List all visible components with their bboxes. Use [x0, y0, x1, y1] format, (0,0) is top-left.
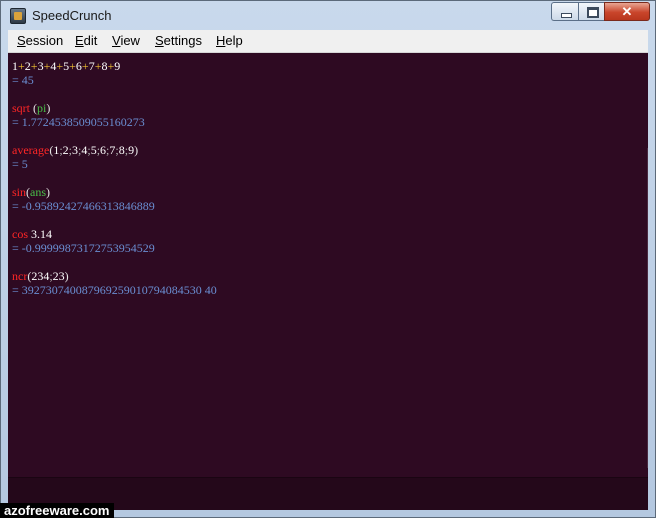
history-result: = -0.95892427466313846889: [12, 199, 155, 213]
menu-edit[interactable]: Edit: [75, 33, 97, 48]
history-result: = -0.99999873172753954529: [12, 241, 155, 255]
calculator-area: 1+2+3+4+5+6+7+8+9 = 45 sqrt (pi) = 1.772…: [8, 53, 648, 510]
history-expression: average(1;2;3;4;5;6;7;8;9): [12, 143, 139, 157]
scroll-track[interactable]: [647, 148, 648, 468]
minimize-icon: [561, 13, 572, 18]
history-expression: ncr(234;23): [12, 269, 69, 283]
window-controls: ✕: [551, 2, 650, 21]
menu-help[interactable]: Help: [216, 33, 243, 48]
result-display[interactable]: 1+2+3+4+5+6+7+8+9 = 45 sqrt (pi) = 1.772…: [8, 53, 648, 477]
history-result: = 392730740087969259010794084530 40: [12, 283, 217, 297]
speedcrunch-window: SpeedCrunch ✕ Session Edit View Settings…: [0, 0, 656, 518]
history-result: = 1.7724538509055160273: [12, 115, 145, 129]
menu-bar: Session Edit View Settings Help: [8, 30, 648, 53]
history-expression: sin(ans): [12, 185, 51, 199]
watermark: azofreeware.com: [0, 503, 114, 518]
history-expression: 1+2+3+4+5+6+7+8+9: [12, 59, 121, 73]
menu-view[interactable]: View: [112, 33, 140, 48]
window-title: SpeedCrunch: [32, 8, 112, 23]
maximize-icon: [587, 7, 599, 18]
history-expression: cos 3.14: [12, 227, 52, 241]
menu-settings[interactable]: Settings: [155, 33, 202, 48]
history-expression: sqrt (pi): [12, 101, 51, 115]
history-result: = 45: [12, 73, 34, 87]
close-button[interactable]: ✕: [604, 2, 650, 21]
speedcrunch-app-icon[interactable]: [10, 8, 26, 24]
history-result: = 5: [12, 157, 28, 171]
title-bar[interactable]: SpeedCrunch ✕: [1, 1, 655, 30]
minimize-button[interactable]: [551, 2, 578, 21]
maximize-button[interactable]: [578, 2, 604, 21]
close-icon: ✕: [621, 4, 633, 19]
menu-session[interactable]: Session: [17, 33, 63, 48]
